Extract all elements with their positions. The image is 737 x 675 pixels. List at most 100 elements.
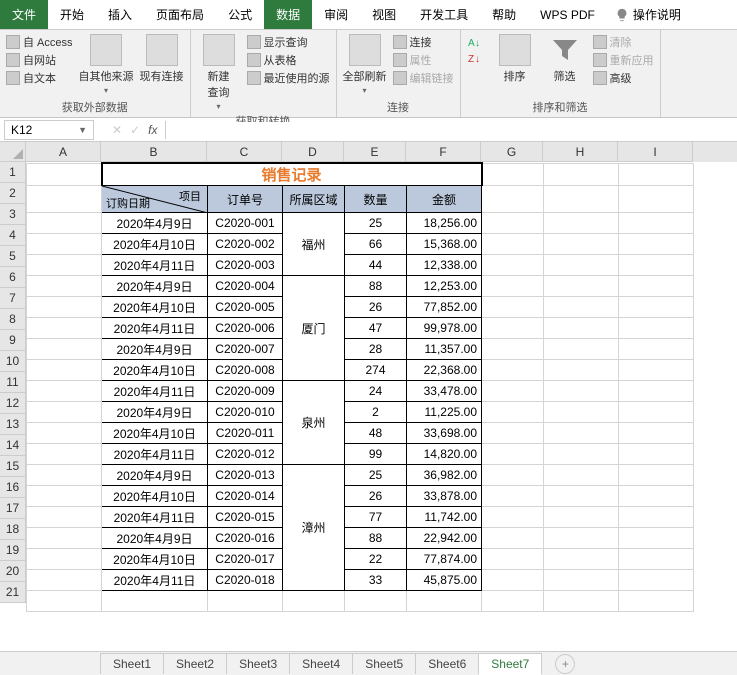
row-header-18[interactable]: 18: [0, 519, 26, 540]
row-header-19[interactable]: 19: [0, 540, 26, 561]
menu-insert[interactable]: 插入: [96, 0, 144, 29]
cell-qty[interactable]: 77: [345, 507, 407, 528]
row-header-10[interactable]: 10: [0, 351, 26, 372]
menu-dev[interactable]: 开发工具: [408, 0, 480, 29]
cell-qty[interactable]: 33: [345, 570, 407, 591]
formula-input[interactable]: [174, 122, 574, 137]
cell-date[interactable]: 2020年4月10日: [102, 423, 208, 444]
cell-amount[interactable]: 12,338.00: [407, 255, 482, 276]
advanced-filter[interactable]: 高级: [593, 70, 654, 86]
row-header-17[interactable]: 17: [0, 498, 26, 519]
cell-amount[interactable]: 15,368.00: [407, 234, 482, 255]
sheet-tab-Sheet7[interactable]: Sheet7: [478, 653, 542, 675]
cell-region[interactable]: 厦门: [283, 276, 345, 381]
from-access[interactable]: 自 Access: [6, 34, 73, 50]
menu-formula[interactable]: 公式: [216, 0, 264, 29]
sheet-tab-Sheet2[interactable]: Sheet2: [163, 653, 227, 674]
cell-date[interactable]: 2020年4月11日: [102, 318, 208, 339]
from-web[interactable]: 自网站: [6, 52, 73, 68]
cell-qty[interactable]: 47: [345, 318, 407, 339]
row-header-4[interactable]: 4: [0, 225, 26, 246]
menu-data[interactable]: 数据: [264, 0, 312, 29]
row-header-14[interactable]: 14: [0, 435, 26, 456]
col-header-H[interactable]: H: [543, 142, 618, 162]
sheet-table[interactable]: 销售记录项目订购日期订单号所属区域数量金额2020年4月9日C2020-001福…: [26, 162, 694, 612]
cell-amount[interactable]: 33,878.00: [407, 486, 482, 507]
sort-asc[interactable]: A↓: [467, 34, 487, 50]
select-all-corner[interactable]: [0, 142, 26, 162]
cell-date[interactable]: 2020年4月10日: [102, 549, 208, 570]
from-other[interactable]: 自其他来源▾: [79, 34, 134, 95]
cell-qty[interactable]: 66: [345, 234, 407, 255]
cell-qty[interactable]: 99: [345, 444, 407, 465]
filter[interactable]: 筛选: [543, 34, 587, 84]
header-diagonal[interactable]: 项目订购日期: [102, 186, 208, 213]
menu-help[interactable]: 帮助: [480, 0, 528, 29]
cell-qty[interactable]: 22: [345, 549, 407, 570]
row-header-2[interactable]: 2: [0, 183, 26, 204]
sort-desc[interactable]: Z↓: [467, 50, 487, 66]
cell-qty[interactable]: 26: [345, 297, 407, 318]
cell-amount[interactable]: 22,942.00: [407, 528, 482, 549]
cell-region[interactable]: 泉州: [283, 381, 345, 465]
recent-sources[interactable]: 最近使用的源: [247, 70, 330, 86]
cell-amount[interactable]: 33,478.00: [407, 381, 482, 402]
row-header-3[interactable]: 3: [0, 204, 26, 225]
show-query[interactable]: 显示查询: [247, 34, 330, 50]
cell-order[interactable]: C2020-002: [208, 234, 283, 255]
cell-qty[interactable]: 28: [345, 339, 407, 360]
menu-start[interactable]: 开始: [48, 0, 96, 29]
cell-order[interactable]: C2020-014: [208, 486, 283, 507]
row-header-7[interactable]: 7: [0, 288, 26, 309]
cell-date[interactable]: 2020年4月10日: [102, 486, 208, 507]
cell-date[interactable]: 2020年4月9日: [102, 339, 208, 360]
col-header-E[interactable]: E: [344, 142, 406, 162]
header-qty[interactable]: 数量: [345, 186, 407, 213]
cell-order[interactable]: C2020-018: [208, 570, 283, 591]
cell-order[interactable]: C2020-015: [208, 507, 283, 528]
cell-date[interactable]: 2020年4月9日: [102, 213, 208, 234]
cell-date[interactable]: 2020年4月11日: [102, 255, 208, 276]
cell-qty[interactable]: 25: [345, 465, 407, 486]
cell-qty[interactable]: 2: [345, 402, 407, 423]
refresh-all[interactable]: 全部刷新▾: [343, 34, 387, 95]
cell-order[interactable]: C2020-016: [208, 528, 283, 549]
sheet-tab-Sheet1[interactable]: Sheet1: [100, 653, 164, 674]
header-order[interactable]: 订单号: [208, 186, 283, 213]
cell-date[interactable]: 2020年4月11日: [102, 381, 208, 402]
row-header-13[interactable]: 13: [0, 414, 26, 435]
row-header-21[interactable]: 21: [0, 582, 26, 603]
cell-date[interactable]: 2020年4月9日: [102, 276, 208, 297]
sheet-tab-Sheet3[interactable]: Sheet3: [226, 653, 290, 674]
cell-qty[interactable]: 88: [345, 528, 407, 549]
sheet-tab-Sheet5[interactable]: Sheet5: [352, 653, 416, 674]
col-header-I[interactable]: I: [618, 142, 693, 162]
menu-layout[interactable]: 页面布局: [144, 0, 216, 29]
cell-amount[interactable]: 18,256.00: [407, 213, 482, 234]
cell-amount[interactable]: 11,742.00: [407, 507, 482, 528]
cell-amount[interactable]: 77,874.00: [407, 549, 482, 570]
cell-order[interactable]: C2020-012: [208, 444, 283, 465]
row-header-20[interactable]: 20: [0, 561, 26, 582]
cell-date[interactable]: 2020年4月9日: [102, 528, 208, 549]
cell-amount[interactable]: 77,852.00: [407, 297, 482, 318]
fx-icon[interactable]: fx: [148, 123, 157, 137]
cell-order[interactable]: C2020-004: [208, 276, 283, 297]
title-cell[interactable]: 销售记录: [102, 163, 482, 186]
tell-me[interactable]: 操作说明: [607, 0, 689, 29]
new-sheet-button[interactable]: +: [555, 654, 575, 674]
cell-date[interactable]: 2020年4月9日: [102, 465, 208, 486]
from-text[interactable]: 自文本: [6, 70, 73, 86]
row-header-6[interactable]: 6: [0, 267, 26, 288]
row-header-5[interactable]: 5: [0, 246, 26, 267]
cell-amount[interactable]: 22,368.00: [407, 360, 482, 381]
col-header-D[interactable]: D: [282, 142, 344, 162]
col-header-B[interactable]: B: [101, 142, 207, 162]
cell-amount[interactable]: 14,820.00: [407, 444, 482, 465]
cell-order[interactable]: C2020-006: [208, 318, 283, 339]
cell-amount[interactable]: 12,253.00: [407, 276, 482, 297]
cell-date[interactable]: 2020年4月11日: [102, 570, 208, 591]
menu-view[interactable]: 视图: [360, 0, 408, 29]
sheet-tab-Sheet4[interactable]: Sheet4: [289, 653, 353, 674]
cell-date[interactable]: 2020年4月10日: [102, 234, 208, 255]
